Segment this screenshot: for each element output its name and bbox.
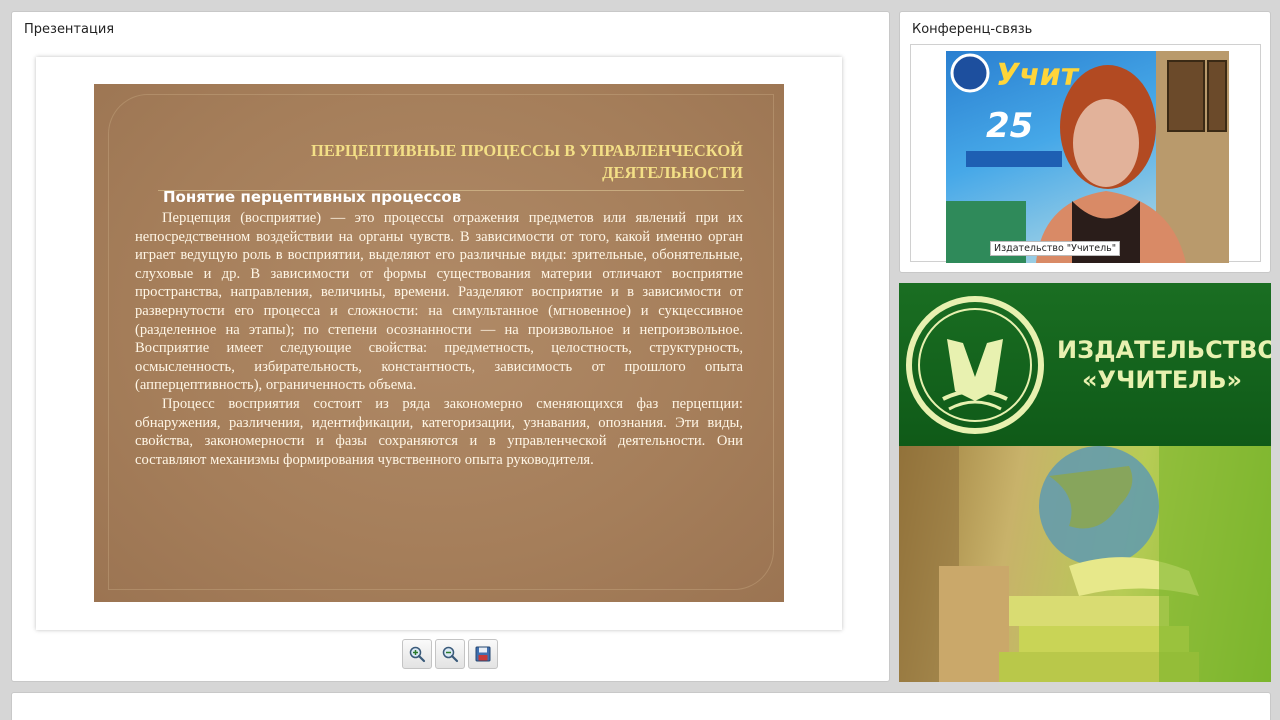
zoom-out-icon xyxy=(442,646,459,663)
presentation-panel-title: Презентация xyxy=(24,22,115,37)
svg-text:25: 25 xyxy=(986,106,1033,146)
video-scene: Учит 25 xyxy=(946,51,1229,263)
conference-panel-title: Конференц-связь xyxy=(912,22,1033,37)
presentation-toolbar xyxy=(402,639,498,669)
books-image xyxy=(899,446,1271,682)
bottom-panel xyxy=(11,692,1271,720)
slide-subtitle: Понятие перцептивных процессов xyxy=(163,188,462,206)
books-illustration xyxy=(899,446,1271,682)
zoom-in-button[interactable] xyxy=(402,639,432,669)
zoom-out-button[interactable] xyxy=(435,639,465,669)
slide-viewer: ПЕРЦЕПТИВНЫЕ ПРОЦЕССЫ В УПРАВЛЕНЧЕСКОЙ Д… xyxy=(36,57,842,630)
publisher-name: ИЗДАТЕЛЬСТВО «УЧИТЕЛЬ» xyxy=(1057,336,1271,394)
video-stream[interactable]: Учит 25 xyxy=(946,51,1229,263)
zoom-in-icon xyxy=(409,646,426,663)
video-frame: Учит 25 Издательство "Учитель" xyxy=(910,44,1261,263)
slide-title: ПЕРЦЕПТИВНЫЕ ПРОЦЕССЫ В УПРАВЛЕНЧЕСКОЙ Д… xyxy=(311,141,743,182)
slide-paragraph: Перцепция (восприятие) — это процессы от… xyxy=(135,210,743,394)
presentation-panel: Презентация ПЕРЦЕПТИВНЫЕ ПРОЦЕССЫ В УПРА… xyxy=(11,11,890,682)
publisher-logo-icon xyxy=(906,296,1044,434)
slide-body: Перцепция (восприятие) — это процессы от… xyxy=(135,209,743,469)
slide: ПЕРЦЕПТИВНЫЕ ПРОЦЕССЫ В УПРАВЛЕНЧЕСКОЙ Д… xyxy=(94,84,784,602)
save-button[interactable] xyxy=(468,639,498,669)
svg-text:Учит: Учит xyxy=(996,58,1080,93)
conference-panel: Конференц-связь Учит 25 Издательство "Уч… xyxy=(899,11,1271,273)
video-caption: Издательство "Учитель" xyxy=(990,241,1121,256)
slide-paragraph: Процесс восприятия состоит из ряда закон… xyxy=(135,395,743,468)
publisher-banner: ИЗДАТЕЛЬСТВО «УЧИТЕЛЬ» xyxy=(899,283,1271,446)
save-icon xyxy=(475,646,491,662)
publisher-banner-panel: ИЗДАТЕЛЬСТВО «УЧИТЕЛЬ» xyxy=(899,283,1271,682)
